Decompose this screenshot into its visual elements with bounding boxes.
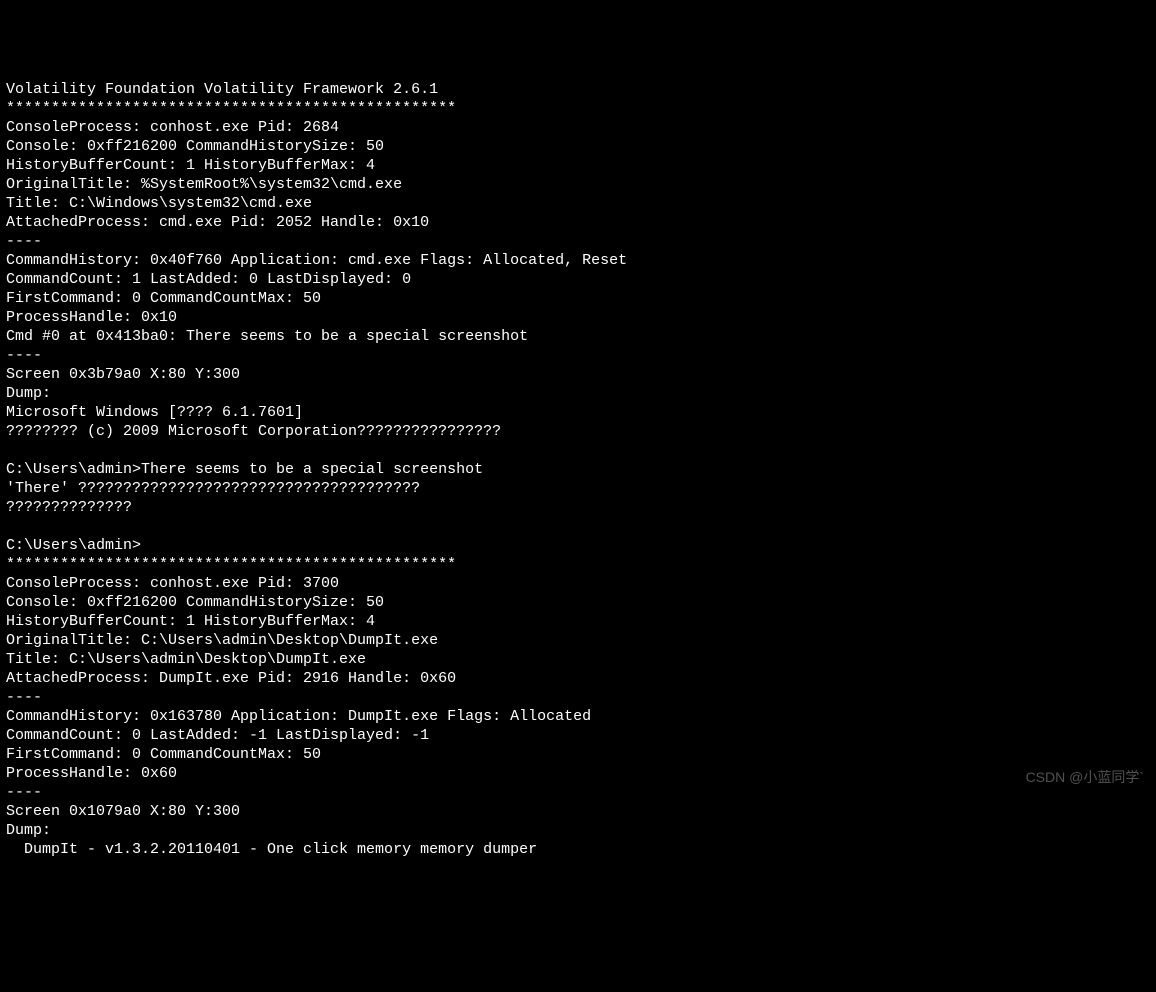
process-handle-line: ProcessHandle: 0x10	[6, 309, 177, 326]
dashes-line: ----	[6, 347, 42, 364]
command-history-line: CommandHistory: 0x40f760 Application: cm…	[6, 252, 627, 269]
watermark: CSDN @小蓝同学`	[1026, 768, 1144, 787]
console-line: Console: 0xff216200 CommandHistorySize: …	[6, 594, 384, 611]
history-buffer-line: HistoryBufferCount: 1 HistoryBufferMax: …	[6, 613, 375, 630]
ms-windows-line: Microsoft Windows [???? 6.1.7601]	[6, 404, 303, 421]
screen-line: Screen 0x3b79a0 X:80 Y:300	[6, 366, 240, 383]
command-history-line: CommandHistory: 0x163780 Application: Du…	[6, 708, 591, 725]
dumpit-line: DumpIt - v1.3.2.20110401 - One click mem…	[6, 841, 537, 858]
dashes-line: ----	[6, 689, 42, 706]
title-line: Title: C:\Users\admin\Desktop\DumpIt.exe	[6, 651, 366, 668]
first-command-line: FirstCommand: 0 CommandCountMax: 50	[6, 290, 321, 307]
there-line: 'There' ????????????????????????????????…	[6, 480, 420, 497]
console-process-line: ConsoleProcess: conhost.exe Pid: 3700	[6, 575, 339, 592]
title-line: Title: C:\Windows\system32\cmd.exe	[6, 195, 312, 212]
attached-process-line: AttachedProcess: DumpIt.exe Pid: 2916 Ha…	[6, 670, 456, 687]
first-command-line: FirstCommand: 0 CommandCountMax: 50	[6, 746, 321, 763]
command-count-line: CommandCount: 0 LastAdded: -1 LastDispla…	[6, 727, 429, 744]
history-buffer-line: HistoryBufferCount: 1 HistoryBufferMax: …	[6, 157, 375, 174]
separator-line: ****************************************…	[6, 100, 456, 117]
prompt-line: C:\Users\admin>There seems to be a speci…	[6, 461, 483, 478]
screen-line: Screen 0x1079a0 X:80 Y:300	[6, 803, 240, 820]
prompt-line: C:\Users\admin>	[6, 537, 141, 554]
terminal-output: Volatility Foundation Volatility Framewo…	[6, 80, 1150, 859]
console-line: Console: 0xff216200 CommandHistorySize: …	[6, 138, 384, 155]
original-title-line: OriginalTitle: C:\Users\admin\Desktop\Du…	[6, 632, 438, 649]
original-title-line: OriginalTitle: %SystemRoot%\system32\cmd…	[6, 176, 402, 193]
command-count-line: CommandCount: 1 LastAdded: 0 LastDisplay…	[6, 271, 411, 288]
dump-line: Dump:	[6, 385, 51, 402]
cmd0-line: Cmd #0 at 0x413ba0: There seems to be a …	[6, 328, 528, 345]
separator-line: ****************************************…	[6, 556, 456, 573]
process-handle-line: ProcessHandle: 0x60	[6, 765, 177, 782]
dashes-line: ----	[6, 784, 42, 801]
copyright-line: ???????? (c) 2009 Microsoft Corporation?…	[6, 423, 501, 440]
console-process-line: ConsoleProcess: conhost.exe Pid: 2684	[6, 119, 339, 136]
qmarks-line: ??????????????	[6, 499, 132, 516]
dashes-line: ----	[6, 233, 42, 250]
header-line: Volatility Foundation Volatility Framewo…	[6, 81, 438, 98]
dump-line: Dump:	[6, 822, 51, 839]
attached-process-line: AttachedProcess: cmd.exe Pid: 2052 Handl…	[6, 214, 429, 231]
